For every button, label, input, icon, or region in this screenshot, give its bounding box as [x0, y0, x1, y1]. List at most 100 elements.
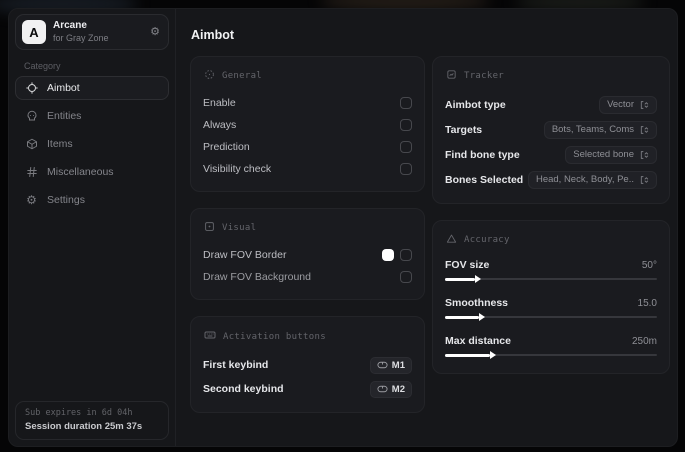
- visual-title: Visual: [222, 223, 257, 233]
- fov-size-slider[interactable]: [445, 275, 657, 284]
- sidebar-item-miscellaneous[interactable]: Miscellaneous: [15, 160, 169, 184]
- triangle-icon: [446, 233, 457, 247]
- aimbot-type-value: Vector: [607, 99, 634, 110]
- sidebar-item-label: Aimbot: [47, 82, 80, 94]
- targets-value: Bots, Teams, Coms: [551, 124, 634, 135]
- second-keybind-button[interactable]: M2: [369, 380, 412, 398]
- general-card-header: General: [204, 69, 412, 83]
- sidebar: A Arcane for Gray Zone ⚙ Category Aimbot: [9, 9, 176, 446]
- max-distance-slider[interactable]: [445, 351, 657, 360]
- sidebar-item-entities[interactable]: Entities: [15, 104, 169, 128]
- sub-expiry-text: Sub expires in 6d 04h: [25, 408, 133, 418]
- aimbot-type-row: Aimbot type Vector: [445, 92, 657, 117]
- hash-icon: [25, 166, 38, 178]
- bones-selected-row: Bones Selected Head, Neck, Body, Pe..: [445, 167, 657, 192]
- draw-fov-background-row: Draw FOV Background: [203, 266, 412, 288]
- slider-handle[interactable]: [474, 275, 481, 283]
- bones-selected-dropdown[interactable]: Head, Neck, Body, Pe..: [527, 170, 657, 189]
- second-keybind-row: Second keybind M2: [203, 377, 412, 401]
- brand-text: Arcane for Gray Zone: [53, 20, 109, 43]
- session-duration-text: Session duration 25m 37s: [25, 421, 143, 432]
- keyboard-icon: [204, 329, 216, 344]
- max-distance-value: 250m: [631, 335, 657, 347]
- accuracy-title: Accuracy: [464, 235, 510, 245]
- draw-fov-background-label: Draw FOV Background: [203, 271, 311, 283]
- app-subtitle: for Gray Zone: [53, 32, 109, 43]
- enable-checkbox[interactable]: [400, 97, 412, 109]
- slider-handle[interactable]: [478, 313, 485, 321]
- prediction-checkbox[interactable]: [400, 141, 412, 153]
- unfold-icon: [640, 125, 649, 134]
- smoothness-label: Smoothness: [445, 297, 509, 309]
- always-row: Always: [203, 114, 412, 136]
- prediction-row: Prediction: [203, 136, 412, 158]
- sidebar-item-aimbot[interactable]: Aimbot: [15, 76, 169, 100]
- category-label: Category: [24, 61, 61, 71]
- app-name: Arcane: [53, 20, 87, 32]
- smoothness-slider[interactable]: [445, 313, 657, 322]
- skull-icon: [25, 110, 38, 122]
- main-content: Aimbot General Enable Always Prediction …: [176, 9, 677, 446]
- fov-size-value: 50°: [641, 259, 657, 271]
- prediction-label: Prediction: [203, 141, 250, 153]
- tracker-card: Tracker Aimbot type Vector Targets Bots,…: [432, 56, 670, 204]
- page-title: Aimbot: [191, 28, 235, 42]
- unfold-icon: [640, 150, 649, 159]
- visibility-check-checkbox[interactable]: [400, 163, 412, 175]
- accuracy-card-header: Accuracy: [446, 233, 657, 247]
- draw-fov-background-checkbox[interactable]: [400, 271, 412, 283]
- sidebar-item-label: Items: [47, 138, 73, 150]
- find-bone-type-label: Find bone type: [445, 148, 520, 161]
- app-logo: A: [22, 20, 46, 44]
- fov-size-label: FOV size: [445, 259, 490, 271]
- general-title: General: [222, 71, 263, 81]
- gear-icon[interactable]: ⚙: [150, 26, 160, 38]
- gear-icon: ⚙: [26, 193, 37, 207]
- unfold-icon: [640, 100, 649, 109]
- accuracy-card: Accuracy FOV size 50° Smoothness 15.0 Ma…: [432, 220, 670, 374]
- sidebar-item-label: Entities: [47, 110, 82, 122]
- draw-fov-border-label: Draw FOV Border: [203, 249, 287, 261]
- bones-selected-label: Bones Selected: [445, 173, 524, 186]
- general-card: General Enable Always Prediction Visibil…: [190, 56, 425, 192]
- unfold-icon: [640, 175, 649, 184]
- enable-row: Enable: [203, 92, 412, 114]
- smoothness-value: 15.0: [637, 297, 657, 309]
- fov-size-row: FOV size 50°: [445, 256, 657, 284]
- targets-dropdown[interactable]: Bots, Teams, Coms: [543, 120, 657, 139]
- find-bone-type-value: Selected bone: [573, 149, 634, 160]
- sidebar-item-items[interactable]: Items: [15, 132, 169, 156]
- aimbot-type-dropdown[interactable]: Vector: [599, 95, 657, 114]
- sidebar-item-settings[interactable]: ⚙ Settings: [15, 188, 169, 212]
- activation-card-header: Activation buttons: [204, 329, 412, 344]
- game-background: A Arcane for Gray Zone ⚙ Category Aimbot: [0, 0, 685, 452]
- visual-card-header: Visual: [204, 221, 412, 235]
- general-crosshair-icon: [204, 69, 215, 83]
- slider-handle[interactable]: [489, 351, 496, 359]
- cube-icon: [25, 138, 38, 150]
- fov-border-color-swatch[interactable]: [382, 249, 394, 261]
- aimbot-type-label: Aimbot type: [445, 98, 506, 111]
- second-keybind-value: M2: [391, 383, 405, 395]
- find-bone-type-dropdown[interactable]: Selected bone: [565, 145, 657, 164]
- tracker-title: Tracker: [464, 71, 505, 81]
- max-distance-label: Max distance: [445, 335, 511, 347]
- bones-selected-value: Head, Neck, Body, Pe..: [535, 174, 634, 185]
- always-checkbox[interactable]: [400, 119, 412, 131]
- targets-row: Targets Bots, Teams, Coms: [445, 117, 657, 142]
- draw-fov-border-checkbox[interactable]: [400, 249, 412, 261]
- draw-fov-border-row: Draw FOV Border: [203, 244, 412, 266]
- tracker-icon: [446, 69, 457, 83]
- max-distance-row: Max distance 250m: [445, 332, 657, 360]
- enable-label: Enable: [203, 97, 236, 109]
- crosshair-icon: [25, 82, 38, 94]
- mouse-icon: [377, 361, 388, 369]
- brand-card: A Arcane for Gray Zone ⚙: [15, 14, 169, 50]
- find-bone-type-row: Find bone type Selected bone: [445, 142, 657, 167]
- first-keybind-button[interactable]: M1: [369, 356, 412, 374]
- subscription-info: Sub expires in 6d 04h Session duration 2…: [15, 401, 169, 440]
- sidebar-nav: Aimbot Entities Items Miscellaneous ⚙ Se…: [15, 76, 169, 212]
- always-label: Always: [203, 119, 237, 131]
- visual-card: Visual Draw FOV Border Draw FOV Backgrou…: [190, 208, 425, 300]
